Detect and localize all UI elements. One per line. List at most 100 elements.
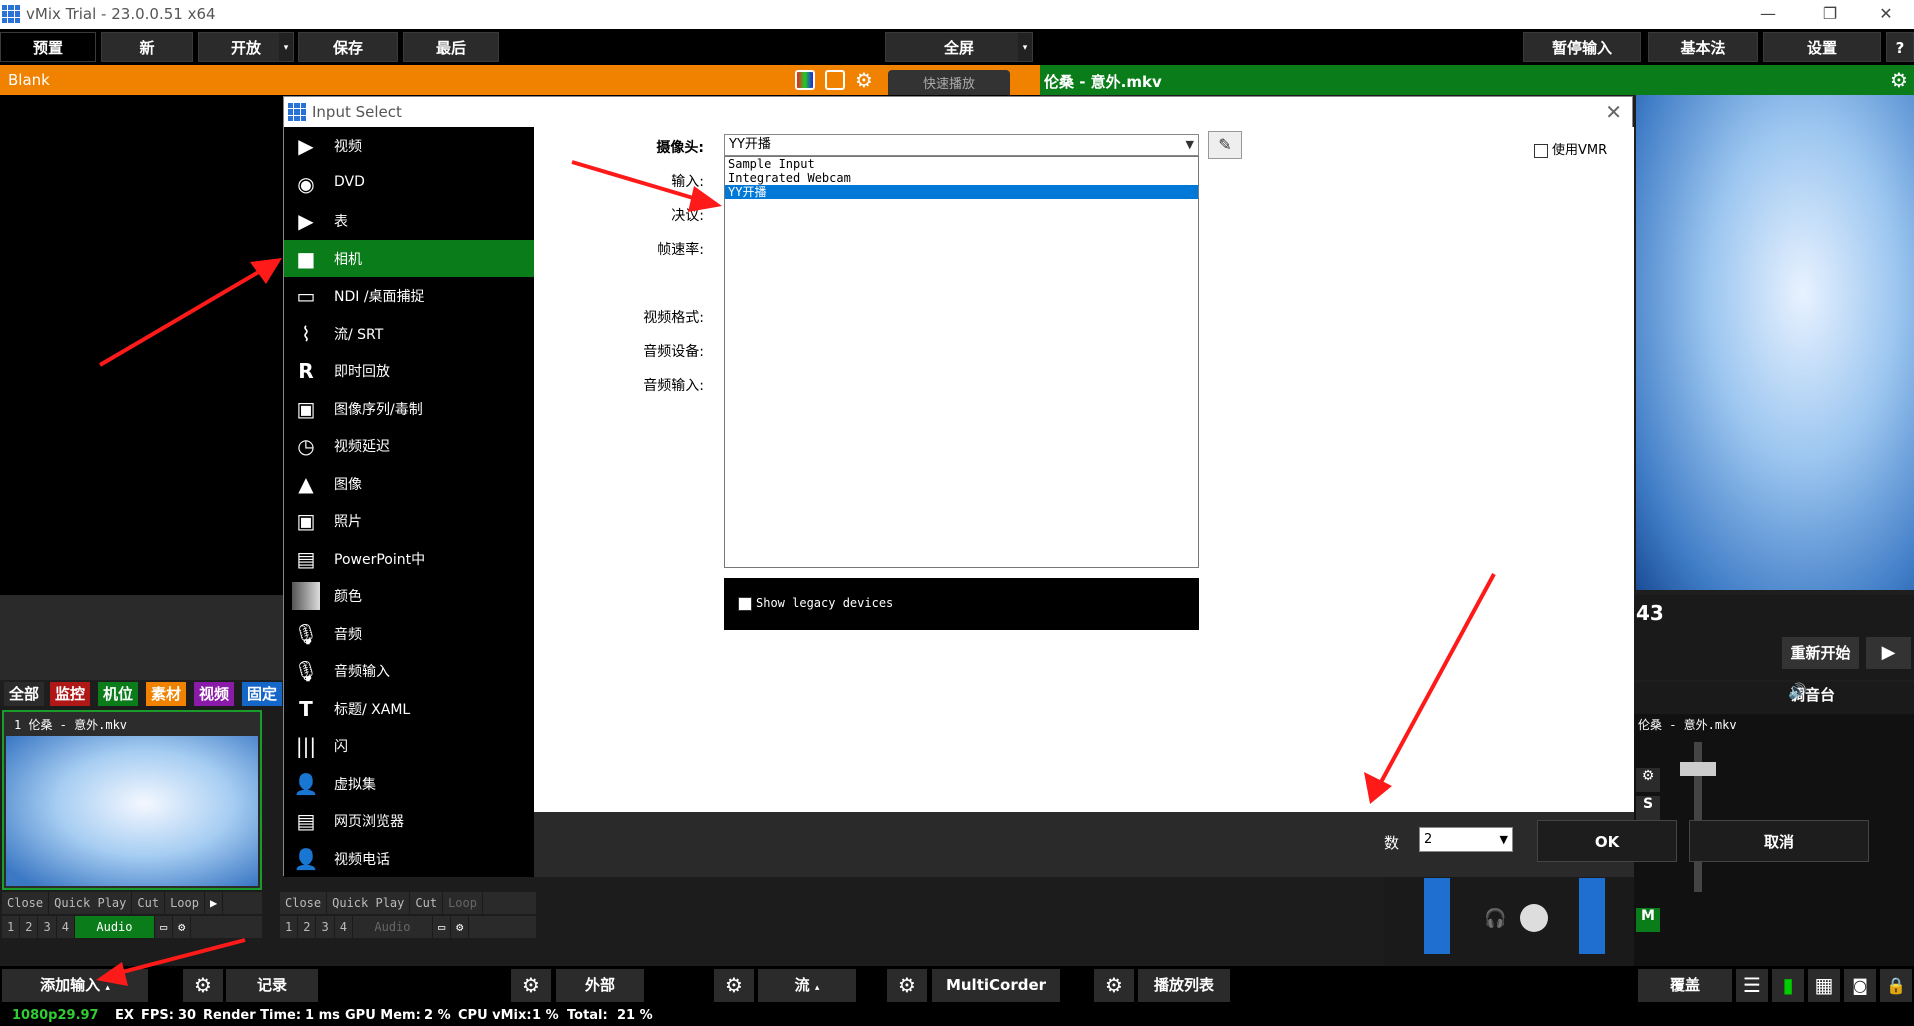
gear-icon[interactable]: ⚙ <box>183 969 223 1002</box>
overlay-button[interactable]: 覆盖 <box>1638 969 1732 1002</box>
headphones-icon[interactable]: 🎧 <box>1484 908 1506 929</box>
camera-option[interactable]: Sample Input <box>725 157 1198 171</box>
show-legacy-checkbox[interactable]: Show legacy devices <box>738 596 893 611</box>
cancel-button[interactable]: 取消 <box>1689 820 1869 862</box>
close-icon[interactable]: ✕ <box>1605 100 1622 124</box>
type-item-ndi[interactable]: ▭ NDI /桌面捕捉 <box>284 277 534 314</box>
meters-icon[interactable]: ▮ <box>1772 969 1804 1002</box>
fader-handle[interactable] <box>1680 762 1716 776</box>
type-item-video-call[interactable]: 👤 视频电话 <box>284 840 534 877</box>
edit-pencil-icon[interactable]: ✎ <box>1208 131 1242 159</box>
save-button[interactable]: 保存 <box>298 32 398 62</box>
cut-button[interactable]: Cut <box>410 892 444 914</box>
stream-button[interactable]: 流 ▴ <box>758 969 856 1002</box>
use-vmr-checkbox[interactable]: 使用VMR <box>1534 139 1607 158</box>
chevron-up-icon[interactable]: ▴ <box>815 983 820 993</box>
monitor-icon[interactable]: ▭ <box>433 916 452 938</box>
audio-button[interactable]: Audio <box>74 916 155 938</box>
gear-icon[interactable]: ⚙ <box>714 969 754 1002</box>
close-window-button[interactable]: ✕ <box>1866 2 1906 26</box>
lock-icon[interactable]: 🔒 <box>1880 969 1912 1002</box>
type-item-virtual-set[interactable]: 👤 虚拟集 <box>284 765 534 802</box>
restart-button[interactable]: 重新开始 <box>1782 637 1859 669</box>
filter-tab-video[interactable]: 视频 <box>194 682 234 706</box>
type-item-photos[interactable]: ▣ 照片 <box>284 502 534 539</box>
minimize-button[interactable]: — <box>1748 2 1788 26</box>
overlay-4-button[interactable]: 4 <box>57 916 75 938</box>
type-item-stream[interactable]: ⌇ 流/ SRT <box>284 315 534 352</box>
count-select[interactable]: 2 ▼ <box>1419 827 1513 852</box>
gear-icon[interactable]: ⚙ <box>511 969 551 1002</box>
input-1-card[interactable]: 1 伦桑 - 意外.mkv <box>2 710 262 890</box>
overlay-3-button[interactable]: 3 <box>38 916 57 938</box>
ok-button[interactable]: OK <box>1537 820 1677 862</box>
mute-button[interactable]: M <box>1636 908 1660 932</box>
open-button[interactable]: 开放 ▾ <box>198 32 294 62</box>
close-button[interactable]: Close <box>2 892 50 914</box>
multicorder-button[interactable]: MultiCorder <box>932 969 1060 1002</box>
camera-select[interactable]: YY开播 ▼ <box>724 134 1199 156</box>
type-item-image[interactable]: ▲ 图像 <box>284 465 534 502</box>
overlay-3-button[interactable]: 3 <box>316 916 335 938</box>
type-item-dvd[interactable]: ◉ DVD <box>284 165 534 202</box>
help-button[interactable]: ? <box>1886 32 1914 62</box>
overlay-1-button[interactable]: 1 <box>280 916 299 938</box>
gear-icon[interactable]: ⚙ <box>887 969 927 1002</box>
type-item-video-delay[interactable]: ◷ 视频延迟 <box>284 427 534 464</box>
colour-icon[interactable] <box>795 70 815 90</box>
filter-tab-material[interactable]: 素材 <box>146 682 186 706</box>
new-button[interactable]: 新 <box>101 32 193 62</box>
preset-button[interactable]: 预置 <box>0 32 96 62</box>
audio-button[interactable]: Audio <box>353 916 433 938</box>
overlay-icon[interactable] <box>825 70 845 90</box>
settings-button[interactable]: 设置 <box>1763 32 1881 62</box>
grid-view-icon[interactable]: ▦ <box>1808 969 1840 1002</box>
chevron-down-icon[interactable]: ▾ <box>1018 33 1032 61</box>
filter-tab-all[interactable]: 全部 <box>4 682 44 706</box>
camera-option-selected[interactable]: YY开播 <box>725 185 1198 199</box>
pause-input-button[interactable]: 暂停输入 <box>1523 32 1641 62</box>
fullscreen-button[interactable]: 全屏 ▾ <box>885 32 1033 62</box>
type-item-title[interactable]: T 标题/ XAML <box>284 690 534 727</box>
last-button[interactable]: 最后 <box>403 32 499 62</box>
gear-icon[interactable]: ⚙ <box>855 68 873 92</box>
type-item-browser[interactable]: ▤ 网页浏览器 <box>284 802 534 839</box>
type-item-colour[interactable]: 颜色 <box>284 577 534 614</box>
type-item-powerpoint[interactable]: ▤ PowerPoint中 <box>284 540 534 577</box>
gear-icon[interactable]: ⚙ <box>1094 969 1134 1002</box>
type-item-video[interactable]: ▶ 视频 <box>284 127 534 164</box>
record-button[interactable]: 记录 <box>226 969 318 1002</box>
restore-button[interactable]: ❐ <box>1810 2 1850 26</box>
add-input-button[interactable]: 添加输入 ▴ <box>2 969 148 1002</box>
camera-option[interactable]: Integrated Webcam <box>725 171 1198 185</box>
gear-icon[interactable]: ⚙ <box>173 916 192 938</box>
gear-icon[interactable]: ⚙ <box>451 916 470 938</box>
external-button[interactable]: 外部 <box>556 969 644 1002</box>
solo-button[interactable]: S <box>1636 796 1660 820</box>
overlay-2-button[interactable]: 2 <box>20 916 39 938</box>
gear-icon[interactable]: ⚙ <box>1636 768 1660 792</box>
close-button[interactable]: Close <box>280 892 328 914</box>
overlay-2-button[interactable]: 2 <box>298 916 317 938</box>
overlay-1-button[interactable]: 1 <box>2 916 21 938</box>
quick-play-button[interactable]: Quick Play <box>327 892 411 914</box>
snapshot-icon[interactable]: ◙ <box>1844 969 1876 1002</box>
monitor-icon[interactable]: ▭ <box>155 916 174 938</box>
type-item-replay[interactable]: R 即时回放 <box>284 352 534 389</box>
quick-play-tab[interactable]: 快速播放 <box>888 70 1010 95</box>
chevron-down-icon[interactable]: ▾ <box>279 33 293 61</box>
type-item-audio[interactable]: 🎙 音频 <box>284 615 534 652</box>
play-icon[interactable]: ▶ <box>205 892 224 914</box>
type-item-flash[interactable]: ||| 闪 <box>284 727 534 764</box>
chevron-up-icon[interactable]: ▴ <box>105 983 110 993</box>
filter-tab-monitor[interactable]: 监控 <box>50 682 90 706</box>
type-item-image-sequence[interactable]: ▣ 图像序列/毒制 <box>284 390 534 427</box>
quick-play-button[interactable]: Quick Play <box>49 892 133 914</box>
overlay-4-button[interactable]: 4 <box>335 916 353 938</box>
type-item-list[interactable]: ▶ 表 <box>284 202 534 239</box>
loop-button[interactable]: Loop <box>165 892 205 914</box>
gain-knob[interactable] <box>1520 904 1548 932</box>
type-item-camera[interactable]: ■ 相机 <box>284 239 534 277</box>
list-view-icon[interactable]: ☰ <box>1736 969 1768 1002</box>
basic-button[interactable]: 基本法 <box>1648 32 1758 62</box>
